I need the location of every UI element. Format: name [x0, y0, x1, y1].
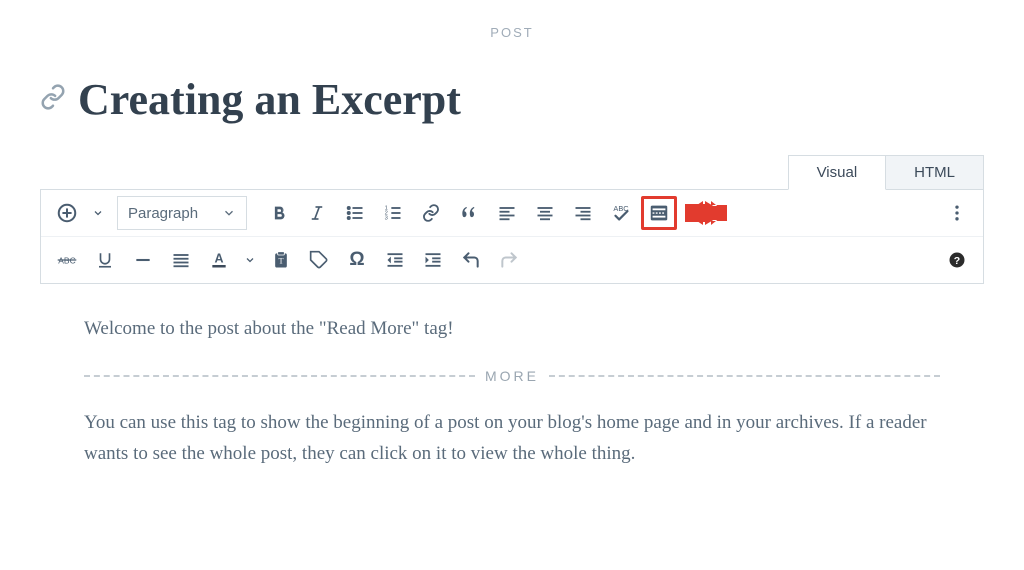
- bullet-list-button[interactable]: [337, 196, 373, 230]
- redo-button[interactable]: [491, 243, 527, 277]
- page-title[interactable]: Creating an Excerpt: [78, 74, 461, 125]
- content-area[interactable]: Welcome to the post about the "Read More…: [40, 284, 984, 469]
- align-justify-button[interactable]: [163, 243, 199, 277]
- text-color-dropdown[interactable]: [239, 243, 261, 277]
- help-button[interactable]: ?: [939, 243, 975, 277]
- post-type-label: POST: [490, 25, 533, 40]
- outdent-button[interactable]: [377, 243, 413, 277]
- editor-tabs: Visual HTML: [40, 155, 984, 190]
- tab-html[interactable]: HTML: [886, 155, 984, 190]
- blockquote-button[interactable]: [451, 196, 487, 230]
- page-header: POST: [0, 0, 1024, 54]
- read-more-button[interactable]: [641, 196, 677, 230]
- content-paragraph-2: You can use this tag to show the beginni…: [84, 408, 940, 469]
- spellcheck-button[interactable]: ABC: [603, 196, 639, 230]
- numbered-list-button[interactable]: 123: [375, 196, 411, 230]
- permalink-icon[interactable]: [40, 84, 66, 115]
- align-center-button[interactable]: [527, 196, 563, 230]
- callout-arrow-icon: [685, 201, 727, 225]
- svg-text:?: ?: [954, 255, 960, 267]
- indent-button[interactable]: [415, 243, 451, 277]
- separator-dash-right: [549, 375, 940, 377]
- read-more-separator: MORE: [84, 368, 940, 384]
- svg-text:T: T: [278, 256, 283, 265]
- separator-label: MORE: [475, 368, 549, 384]
- strikethrough-button[interactable]: ABC: [49, 243, 85, 277]
- clear-formatting-button[interactable]: [301, 243, 337, 277]
- link-button[interactable]: [413, 196, 449, 230]
- underline-button[interactable]: [87, 243, 123, 277]
- bold-button[interactable]: [261, 196, 297, 230]
- add-block-dropdown[interactable]: [87, 196, 109, 230]
- add-block-button[interactable]: [49, 196, 85, 230]
- toolbar-row-1: Paragraph 123: [41, 190, 983, 236]
- paragraph-style-select[interactable]: Paragraph: [117, 196, 247, 230]
- svg-text:3: 3: [385, 216, 388, 222]
- separator-dash-left: [84, 375, 475, 377]
- paragraph-style-label: Paragraph: [128, 205, 198, 222]
- more-options-button[interactable]: [939, 196, 975, 230]
- tab-visual[interactable]: Visual: [788, 155, 887, 190]
- italic-button[interactable]: [299, 196, 335, 230]
- content-paragraph-1: Welcome to the post about the "Read More…: [84, 314, 940, 344]
- svg-text:A: A: [214, 252, 223, 266]
- editor-toolbar: Paragraph 123: [40, 189, 984, 284]
- paste-plain-button[interactable]: T: [263, 243, 299, 277]
- title-row: Creating an Excerpt: [0, 54, 1024, 155]
- special-character-button[interactable]: Ω: [339, 243, 375, 277]
- editor-wrap: Visual HTML Paragraph: [0, 155, 1024, 469]
- horizontal-rule-button[interactable]: [125, 243, 161, 277]
- text-color-button[interactable]: A: [201, 243, 237, 277]
- align-left-button[interactable]: [489, 196, 525, 230]
- undo-button[interactable]: [453, 243, 489, 277]
- align-right-button[interactable]: [565, 196, 601, 230]
- toolbar-row-2: ABC A T: [41, 236, 983, 283]
